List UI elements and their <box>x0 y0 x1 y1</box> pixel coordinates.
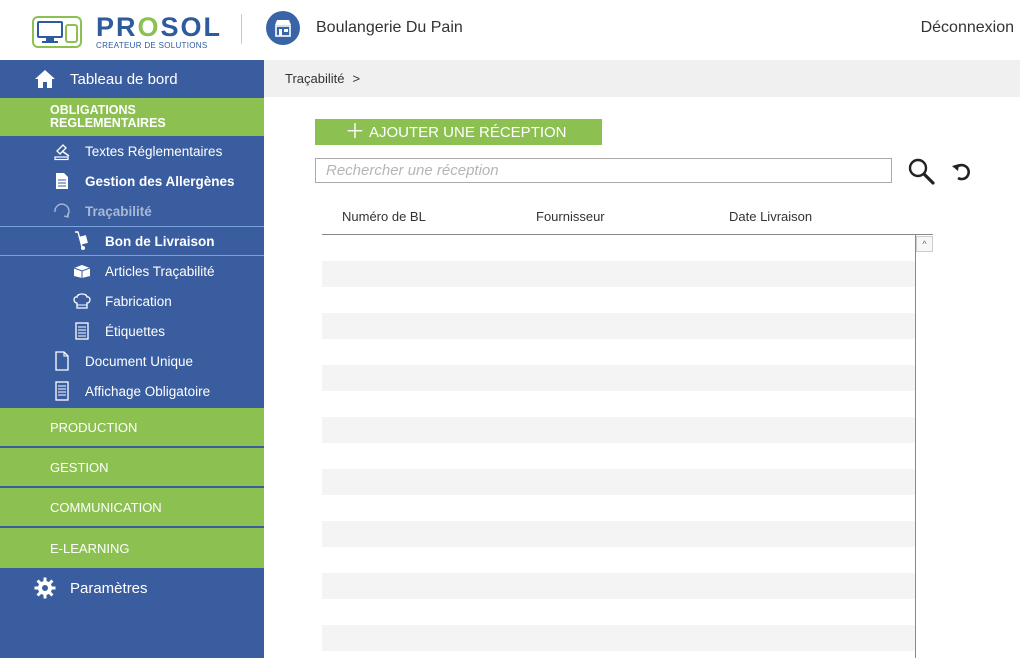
file-icon <box>52 351 72 371</box>
logo-name: PROSOL <box>96 12 223 42</box>
add-reception-button[interactable]: ＋ AJOUTER UNE RÉCEPTION <box>315 119 602 145</box>
sidebar-item-label: Étiquettes <box>105 323 166 339</box>
sidebar-item-document-unique[interactable]: Document Unique <box>0 346 264 376</box>
sidebar-section-production[interactable]: PRODUCTION <box>0 408 264 448</box>
devices-icon <box>32 16 82 48</box>
table-row <box>322 469 915 495</box>
app-header: PROSOL CREATEUR DE SOLUTIONS Boulangerie… <box>0 0 1020 60</box>
section-label-line2: REGLEMENTAIRES <box>50 116 166 130</box>
sidebar-item-allergenes[interactable]: Gestion des Allergènes <box>0 166 264 196</box>
header-divider <box>241 14 242 44</box>
scrollbar-track[interactable] <box>915 235 916 658</box>
table-row <box>322 261 915 287</box>
table-row <box>322 235 915 261</box>
table-row <box>322 391 915 417</box>
sidebar-item-textes[interactable]: Textes Réglementaires <box>0 136 264 166</box>
table-row <box>322 625 915 651</box>
gavel-icon <box>52 141 72 161</box>
sidebar: Tableau de bord OBLIGATIONS REGLEMENTAIR… <box>0 60 264 658</box>
sidebar-item-label: Tableau de bord <box>70 70 178 88</box>
sidebar-item-articles[interactable]: Articles Traçabilité <box>0 256 264 286</box>
prosol-logo[interactable]: PROSOL CREATEUR DE SOLUTIONS <box>32 14 222 50</box>
scroll-up-button[interactable]: ^ <box>916 236 933 252</box>
sidebar-item-label: Gestion des Allergènes <box>85 173 235 189</box>
sidebar-item-label: Bon de Livraison <box>105 233 215 249</box>
sidebar-item-label: Articles Traçabilité <box>105 263 215 279</box>
table-row <box>322 547 915 573</box>
table-row <box>322 417 915 443</box>
home-icon <box>34 68 56 90</box>
sidebar-item-parametres[interactable]: Paramètres <box>0 568 264 608</box>
table-row <box>322 599 915 625</box>
label-icon <box>72 321 92 341</box>
search-icon[interactable] <box>907 157 935 185</box>
document-icon <box>52 171 72 191</box>
reset-icon[interactable] <box>950 159 974 183</box>
table-row <box>322 339 915 365</box>
table-row <box>322 573 915 599</box>
sidebar-section-communication[interactable]: COMMUNICATION <box>0 488 264 528</box>
table-row <box>322 521 915 547</box>
gear-icon <box>34 577 56 599</box>
breadcrumb: Traçabilité > <box>264 60 1020 97</box>
sidebar-item-affichage[interactable]: Affichage Obligatoire <box>0 376 264 406</box>
add-reception-label: AJOUTER UNE RÉCEPTION <box>369 123 567 141</box>
table-row <box>322 313 915 339</box>
table-row <box>322 495 915 521</box>
shop-icon <box>266 11 300 45</box>
logout-link[interactable]: Déconnexion <box>921 19 1014 37</box>
sidebar-item-bon-livraison[interactable]: Bon de Livraison <box>0 226 264 256</box>
refresh-icon <box>52 201 72 221</box>
sidebar-item-etiquettes[interactable]: Étiquettes <box>0 316 264 346</box>
sidebar-item-tracabilite[interactable]: Traçabilité <box>0 196 264 226</box>
sidebar-section-elearning[interactable]: E-LEARNING <box>0 528 264 568</box>
list-document-icon <box>52 381 72 401</box>
column-header-numero-bl[interactable]: Numéro de BL <box>342 209 426 224</box>
sidebar-item-label: Paramètres <box>70 579 148 597</box>
table-row <box>322 365 915 391</box>
sidebar-item-dashboard[interactable]: Tableau de bord <box>0 60 264 98</box>
column-header-fournisseur[interactable]: Fournisseur <box>536 209 605 224</box>
breadcrumb-item-tracabilite[interactable]: Traçabilité <box>285 71 344 86</box>
hand-truck-icon <box>72 231 92 251</box>
shop-name: Boulangerie Du Pain <box>316 19 463 36</box>
box-icon <box>72 261 92 281</box>
sidebar-item-label: Fabrication <box>105 293 172 309</box>
reception-table-body <box>322 235 915 658</box>
sidebar-section-obligations[interactable]: OBLIGATIONS REGLEMENTAIRES <box>0 98 264 136</box>
logo-tagline: CREATEUR DE SOLUTIONS <box>96 41 208 50</box>
sidebar-item-label: Textes Réglementaires <box>85 143 223 159</box>
breadcrumb-separator: > <box>352 71 361 86</box>
sidebar-section-gestion[interactable]: GESTION <box>0 448 264 488</box>
table-row <box>322 443 915 469</box>
column-header-date-livraison[interactable]: Date Livraison <box>729 209 812 224</box>
sidebar-item-label: Traçabilité <box>85 203 152 219</box>
chef-hat-icon <box>72 291 92 311</box>
sidebar-item-label: Affichage Obligatoire <box>85 383 211 399</box>
sidebar-item-label: Document Unique <box>85 353 194 369</box>
plus-icon: ＋ <box>345 121 365 143</box>
table-row <box>322 287 915 313</box>
sidebar-item-fabrication[interactable]: Fabrication <box>0 286 264 316</box>
search-reception-input[interactable] <box>315 158 892 183</box>
